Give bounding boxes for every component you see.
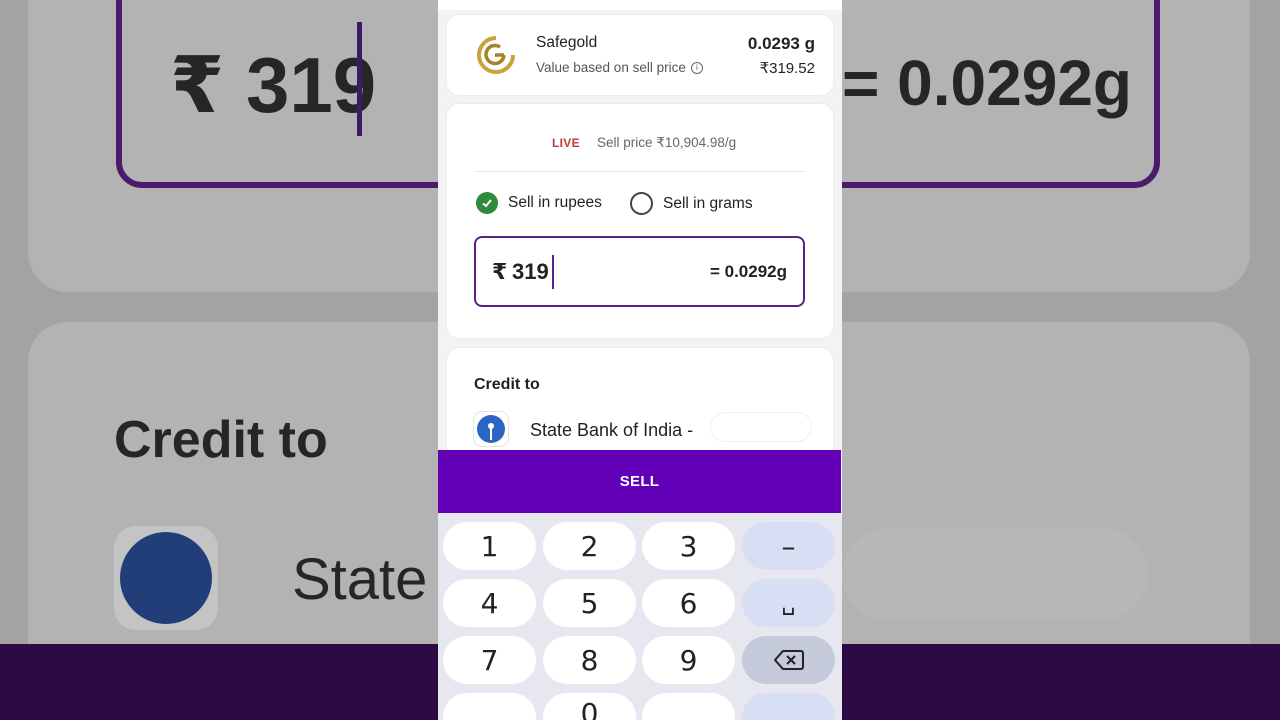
live-badge: LIVE [552,136,580,150]
bg-mask-pill [842,528,1148,620]
key-space[interactable]: ␣ [742,579,835,627]
bg-amount-text: ₹ 319 [170,41,377,129]
bg-credit-title: Credit to [114,411,328,469]
divider [475,171,805,172]
info-circle-icon[interactable]: i [690,61,703,74]
sell-price: Sell price ₹10,904.98/g [597,135,737,150]
bg-caret [357,22,362,136]
amount-input[interactable]: ₹ 319 = 0.0292g [474,236,805,307]
key-6[interactable]: 6 [642,579,735,627]
radio-empty-icon [630,192,653,215]
key-3[interactable]: 3 [642,522,735,570]
sbi-logo-icon [477,415,505,443]
holding-grams: 0.0293 g [747,34,815,53]
bank-logo [474,412,508,446]
phone-screen: Safegold Value based on sell price i 0.0… [438,0,842,720]
holding-card: Safegold Value based on sell price i 0.0… [447,15,833,95]
sell-button[interactable]: SELL [438,450,841,513]
key-2[interactable]: 2 [543,522,636,570]
key-8[interactable]: 8 [543,636,636,684]
bg-grams-text: = 0.0292g [842,47,1132,119]
credit-title: Credit to [474,376,540,393]
holding-value: ₹319.52 [759,60,815,77]
key-4[interactable]: 4 [443,579,536,627]
sell-in-rupees-label: Sell in rupees [508,194,602,211]
key-done[interactable] [742,693,835,720]
key-5[interactable]: 5 [543,579,636,627]
amount-value: 319 [512,259,549,284]
key-0[interactable]: 0 [543,693,636,720]
bg-bank-text: State [292,547,428,612]
key-backspace[interactable] [742,636,835,684]
holding-name: Safegold [536,34,598,51]
key-minus[interactable]: – [742,522,835,570]
bank-name[interactable]: State Bank of India - [530,420,693,441]
safegold-logo-icon [477,36,515,74]
sell-in-grams-option[interactable]: Sell in grams [630,192,753,215]
grams-equivalent: = 0.0292g [709,262,787,281]
key-7[interactable]: 7 [443,636,536,684]
rupee-symbol: ₹ [492,259,508,284]
numeric-keyboard: 1 2 3 – 4 5 6 ␣ 7 8 9 0 [438,513,842,720]
key-partial[interactable] [443,693,536,720]
bg-sbi-logo [114,526,218,630]
key-1[interactable]: 1 [443,522,536,570]
key-9[interactable]: 9 [642,636,735,684]
key-partial-2[interactable] [642,693,735,720]
check-circle-icon [476,192,498,214]
top-strip [438,0,842,10]
account-mask [711,413,811,441]
backspace-icon [773,650,804,670]
sell-in-grams-label: Sell in grams [663,194,753,212]
text-caret [552,255,554,289]
sell-card: LIVE Sell price ₹10,904.98/g Sell in rup… [447,104,833,338]
sell-in-rupees-option[interactable]: Sell in rupees [476,192,602,214]
holding-subtitle: Value based on sell price i [536,60,703,75]
holding-subtitle-text: Value based on sell price [536,60,686,75]
